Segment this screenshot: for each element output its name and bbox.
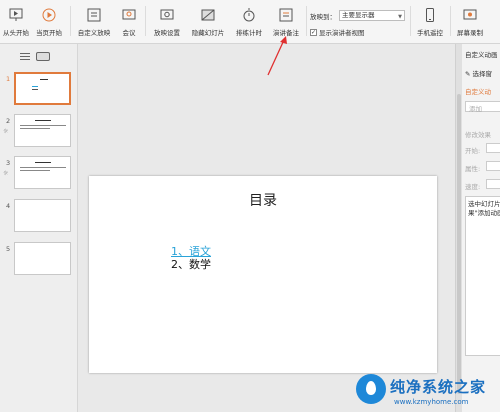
panel-tabs <box>20 52 50 61</box>
screen-record-label: 屏幕录制 <box>457 29 483 37</box>
thumbnail-text-line <box>20 167 66 168</box>
start-label: 开始: <box>465 147 481 155</box>
chevron-down-icon: ▼ <box>398 14 402 20</box>
thumbnail-number: 3 <box>6 159 11 167</box>
show-settings-button[interactable]: 放映设置 <box>149 4 185 40</box>
animation-star-icon: ☼ <box>3 128 9 135</box>
hide-slide-icon <box>200 7 216 23</box>
panel-header: 自定义动画 <box>465 51 498 59</box>
modify-effect-label: 修改效果 <box>465 131 491 139</box>
slide-text-item[interactable]: 2、数学 <box>171 256 211 272</box>
play-to-select[interactable]: 主要显示器 ▼ <box>339 10 405 21</box>
play-from-start-icon <box>8 7 24 23</box>
ribbon-separator <box>145 6 146 36</box>
play-current-button[interactable]: 当页开始 <box>33 4 65 40</box>
hide-slide-button[interactable]: 隐藏幻灯片 <box>189 4 227 40</box>
thumbnail-title-line <box>40 79 48 80</box>
play-to-group: 放映到： 主要显示器 ▼ <box>310 10 405 21</box>
play-current-label: 当页开始 <box>36 29 62 37</box>
meeting-icon <box>121 7 137 23</box>
custom-show-button[interactable]: 自定义放映 <box>75 4 113 40</box>
select-pane-button[interactable]: ✎ 选择窗 <box>465 68 492 78</box>
watermark-logo-icon <box>356 374 386 404</box>
rehearse-timing-icon <box>241 7 257 23</box>
screen-record-icon <box>462 7 478 23</box>
select-pane-label: 选择窗 <box>472 70 493 78</box>
custom-animation-panel: 自定义动画 ✎ 选择窗 自定义动 添加 修改效果 开始: 属性: 速度: 选中幻… <box>455 44 500 412</box>
thumbnail-number: 2 <box>6 117 11 125</box>
panel-scrollbar[interactable] <box>456 44 462 412</box>
thumbnail-text-line <box>20 128 50 129</box>
speed-select[interactable] <box>486 179 500 189</box>
property-label: 属性: <box>465 165 481 173</box>
thumbnail-title-line <box>35 162 51 163</box>
play-from-start-button[interactable]: 从头开始 <box>2 4 30 40</box>
show-settings-icon <box>159 7 175 23</box>
thumbnail-number: 4 <box>6 202 11 210</box>
property-select[interactable] <box>486 161 500 171</box>
thumbnail-number: 5 <box>6 245 11 253</box>
slide-thumbnail-3[interactable] <box>14 156 71 189</box>
add-effect-button[interactable]: 添加 <box>465 101 500 113</box>
phone-remote-label: 手机遥控 <box>417 29 443 37</box>
play-from-start-label: 从头开始 <box>3 29 29 37</box>
watermark-title: 纯净系统之家 <box>390 378 487 396</box>
animation-hint-text: 选中幻灯片中的元素，然后单击"添加效果"添加动画 <box>468 200 500 217</box>
hide-slide-label: 隐藏幻灯片 <box>191 29 225 37</box>
presenter-view-label: 显示演讲者视图 <box>319 29 365 37</box>
meeting-button[interactable]: 会议 <box>116 4 142 40</box>
meeting-label: 会议 <box>122 29 136 37</box>
slide-thumbnail-4[interactable] <box>14 199 71 232</box>
select-pane-icon: ✎ <box>465 70 471 78</box>
thumbnail-text-line <box>32 89 38 90</box>
play-to-label: 放映到： <box>310 12 336 21</box>
slide-thumbnail-2[interactable] <box>14 114 71 147</box>
custom-show-icon <box>86 7 102 23</box>
slide-thumbnail-5[interactable] <box>14 242 71 275</box>
current-slide[interactable]: 目录 1、语文 2、数学 <box>89 176 437 373</box>
slide-thumbnail-panel: 1 2 ☼ 3 ☼ 4 5 <box>0 44 78 412</box>
watermark: 纯净系统之家 www.kzmyhome.com <box>354 372 500 412</box>
speed-label: 速度: <box>465 183 481 191</box>
show-settings-label: 放映设置 <box>154 29 180 37</box>
thumbnail-title-line <box>35 120 51 121</box>
custom-show-label: 自定义放映 <box>77 29 111 37</box>
play-to-value: 主要显示器 <box>342 11 375 19</box>
outline-tab-icon[interactable] <box>20 52 30 61</box>
presenter-view-option[interactable]: ✓ 显示演讲者视图 <box>310 27 365 37</box>
ribbon-separator <box>410 6 411 36</box>
thumbnail-number: 1 <box>6 75 11 83</box>
slide-title[interactable]: 目录 <box>89 190 437 210</box>
thumbnail-text-line <box>20 125 66 126</box>
play-current-icon <box>41 7 57 23</box>
speaker-notes-icon <box>278 7 294 23</box>
presenter-view-checkbox[interactable]: ✓ <box>310 28 317 36</box>
ribbon-separator <box>450 6 451 36</box>
animation-list[interactable]: 选中幻灯片中的元素，然后单击"添加效果"添加动画 <box>465 196 500 356</box>
ribbon-separator <box>306 6 307 36</box>
phone-remote-icon <box>422 7 438 23</box>
start-select[interactable] <box>486 143 500 153</box>
thumbnail-tab-icon[interactable] <box>36 52 50 61</box>
watermark-url: www.kzmyhome.com <box>394 398 469 406</box>
thumbnail-text-line <box>32 86 38 87</box>
custom-animation-title: 自定义动 <box>465 88 491 96</box>
ribbon-toolbar: 从头开始 当页开始 自定义放映 会议 放映设置 隐藏幻灯片 排练计时 演讲备注 … <box>0 0 500 44</box>
animation-star-icon: ☼ <box>3 170 9 177</box>
add-effect-label: 添加 <box>469 105 482 113</box>
rehearse-timing-label: 排练计时 <box>236 29 262 37</box>
slide-thumbnail-1[interactable] <box>14 72 71 105</box>
screen-record-button[interactable]: 屏幕录制 <box>453 4 487 40</box>
annotation-arrow-icon <box>267 36 287 76</box>
ribbon-separator <box>70 6 71 36</box>
phone-remote-button[interactable]: 手机遥控 <box>414 4 446 40</box>
thumbnail-text-line <box>20 170 50 171</box>
